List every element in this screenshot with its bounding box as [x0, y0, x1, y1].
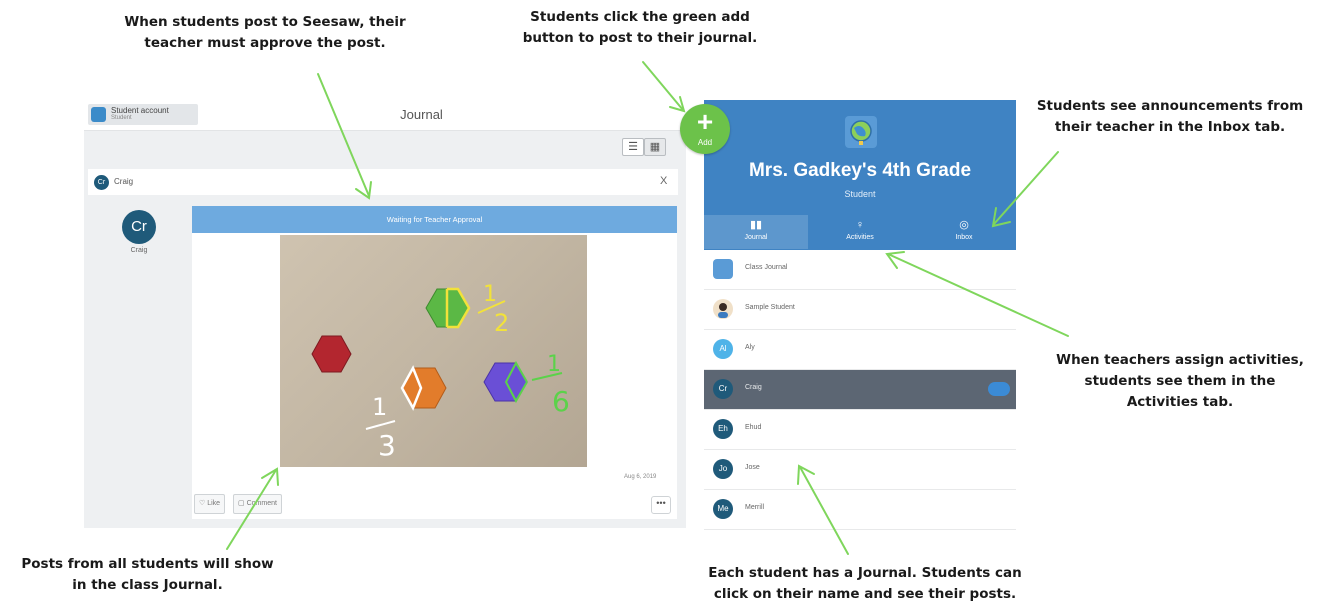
- grid-view-icon[interactable]: ▦: [644, 138, 666, 156]
- comment-label: Comment: [246, 500, 277, 507]
- callout-activities-tab: When teachers assign activities, student…: [1030, 350, 1330, 413]
- class-panel: Mrs. Gadkey's 4th Grade Student ▮▮ Journ…: [704, 100, 1016, 530]
- student-name: Merrill: [745, 504, 765, 511]
- student-name: Jose: [745, 464, 760, 471]
- journal-window: Student account Student Journal ☰ ▦ Cr C…: [84, 98, 686, 528]
- more-options-button[interactable]: •••: [651, 496, 671, 514]
- callout-class-journal: Posts from all students will show in the…: [0, 554, 295, 596]
- post-photo[interactable]: 1 2 1 6 1 3: [280, 235, 587, 467]
- third-bar: [365, 420, 396, 430]
- callout-line: Activities tab.: [1126, 394, 1234, 410]
- chat-icon: ◎: [959, 219, 969, 231]
- post-date: Aug 6, 2019: [624, 474, 657, 480]
- approval-status-banner: Waiting for Teacher Approval: [192, 206, 677, 233]
- callout-add-button: Students click the green add button to p…: [490, 7, 790, 49]
- class-header: Mrs. Gadkey's 4th Grade Student ▮▮ Journ…: [704, 100, 1016, 250]
- callout-line: teacher must approve the post.: [144, 35, 386, 51]
- callout-inbox-tab: Students see announcements from their te…: [1020, 96, 1320, 138]
- lightbulb-icon: ♀: [855, 219, 865, 231]
- callout-line: When teachers assign activities,: [1056, 352, 1304, 368]
- sixth-denominator: 6: [552, 385, 570, 418]
- tab-label: Activities: [846, 234, 874, 241]
- half-numerator: 1: [483, 282, 497, 307]
- globe-icon: [845, 116, 877, 148]
- student-name: Sample Student: [745, 304, 795, 311]
- callout-line: When students post to Seesaw, their: [124, 14, 406, 30]
- heart-icon: ♡: [199, 500, 206, 507]
- student-item-craig[interactable]: Cr Craig: [704, 370, 1016, 410]
- view-toggle: ☰ ▦: [622, 138, 668, 156]
- avatar: Eh: [713, 419, 733, 439]
- callout-line: button to post to their journal.: [522, 30, 758, 46]
- book-icon: ▮▮: [749, 219, 763, 231]
- tab-journal[interactable]: ▮▮ Journal: [704, 215, 808, 249]
- add-post-button[interactable]: + Add: [680, 104, 730, 154]
- student-item-sample-student[interactable]: Sample Student: [704, 290, 1016, 330]
- plus-icon: +: [696, 106, 714, 137]
- tab-label: Journal: [744, 234, 768, 241]
- person-icon: [713, 299, 733, 319]
- post-author-name: Craig: [114, 177, 134, 186]
- comment-icon: ▢: [238, 500, 245, 507]
- post-card: Waiting for Teacher Approval 1 2 1 6 1 3…: [192, 206, 677, 519]
- student-name: Ehud: [745, 424, 762, 431]
- student-item-aly[interactable]: Al Aly: [704, 330, 1016, 370]
- student-item-ehud[interactable]: Eh Ehud: [704, 410, 1016, 450]
- post-header: Cr Craig X: [88, 169, 678, 195]
- callout-line: in the class Journal.: [72, 577, 223, 593]
- callout-teacher-approval: When students post to Seesaw, their teac…: [95, 12, 435, 54]
- tab-inbox[interactable]: ◎ Inbox: [912, 215, 1016, 249]
- avatar: Al: [713, 339, 733, 359]
- callout-line: their teacher in the Inbox tab.: [1054, 119, 1286, 135]
- list-view-icon[interactable]: ☰: [622, 138, 644, 156]
- callout-line: Each student has a Journal. Students can: [708, 565, 1022, 581]
- author-name: Craig: [130, 247, 148, 254]
- callout-line: click on their name and see their posts.: [713, 586, 1017, 602]
- avatar: Cr: [713, 379, 733, 399]
- third-numerator: 1: [372, 393, 387, 421]
- red-hexagon: [311, 335, 352, 373]
- callout-line: Students click the green add: [530, 9, 750, 25]
- fraction-hexagons-image: 1 2 1 6 1 3: [311, 282, 570, 462]
- class-role: Student: [844, 189, 876, 199]
- callout-student-journal: Each student has a Journal. Students can…: [690, 563, 1040, 605]
- student-name: Aly: [745, 344, 755, 351]
- add-label: Add: [697, 138, 713, 147]
- author-avatar: Cr: [122, 210, 156, 244]
- notification-badge: [988, 382, 1010, 396]
- globe-graphic: [850, 120, 872, 145]
- callout-line: Students see announcements from: [1036, 98, 1304, 114]
- class-name: Mrs. Gadkey's 4th Grade: [748, 160, 972, 181]
- person-graphic: [718, 303, 728, 318]
- callout-line: Posts from all students will show: [21, 556, 274, 572]
- journal-top-bar: Student account Student Journal: [84, 98, 686, 131]
- close-icon[interactable]: X: [660, 175, 667, 187]
- student-item-jose[interactable]: Jo Jose: [704, 450, 1016, 490]
- comment-button[interactable]: ▢ Comment: [233, 494, 282, 514]
- student-item-merrill[interactable]: Me Merrill: [704, 490, 1016, 530]
- half-denominator: 2: [494, 309, 509, 337]
- student-name: Class Journal: [745, 264, 788, 271]
- avatar: Cr: [94, 175, 109, 190]
- student-name: Craig: [745, 384, 762, 391]
- like-label: Like: [207, 500, 221, 507]
- callout-line: students see them in the: [1084, 373, 1276, 389]
- tab-label: Inbox: [955, 234, 973, 241]
- third-denominator: 3: [378, 429, 396, 462]
- avatar: Jo: [713, 459, 733, 479]
- avatar: Me: [713, 499, 733, 519]
- like-button[interactable]: ♡ Like: [194, 494, 226, 514]
- tab-activities[interactable]: ♀ Activities: [808, 215, 912, 249]
- page-title: Journal: [400, 107, 443, 122]
- globe-icon: [713, 259, 733, 279]
- student-item-class-journal[interactable]: Class Journal: [704, 250, 1016, 290]
